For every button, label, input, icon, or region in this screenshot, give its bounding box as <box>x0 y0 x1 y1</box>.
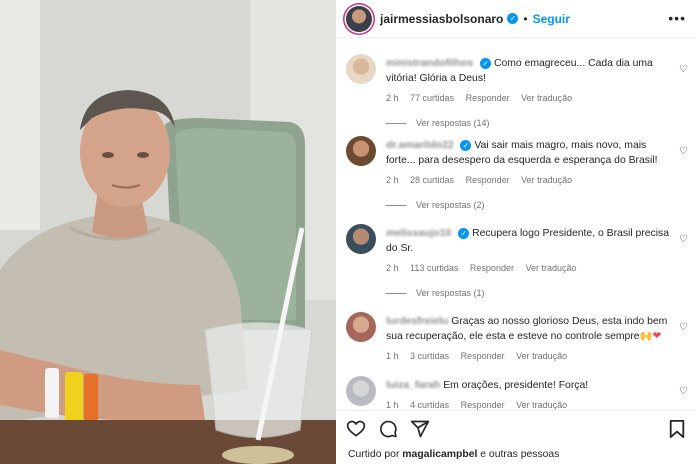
author-avatar[interactable] <box>346 5 372 32</box>
comment-meta: 1 h 3 curtidas Responder Ver tradução <box>386 349 672 364</box>
reply-button[interactable]: Responder <box>470 263 514 273</box>
comment-meta: 2 h 77 curtidas Responder Ver tradução <box>386 91 672 106</box>
like-comment-icon[interactable]: ♡ <box>679 146 688 157</box>
comment-likes[interactable]: 113 curtidas <box>410 263 458 273</box>
commenter-username[interactable]: ministrandofilhos <box>386 58 473 69</box>
verified-badge-icon: ✓ <box>460 139 472 151</box>
photo-illustration <box>0 0 336 464</box>
verified-badge-icon: ✓ <box>507 13 519 24</box>
replies-line <box>386 123 406 125</box>
commenter-avatar[interactable] <box>346 376 376 406</box>
commenter-username[interactable]: melissaujo10 <box>386 228 451 239</box>
comment-meta: 2 h 28 curtidas Responder Ver tradução <box>386 173 672 188</box>
comment-likes[interactable]: 4 curtidas <box>410 400 449 410</box>
reply-button[interactable]: Responder <box>461 400 505 410</box>
comment-likes[interactable]: 28 curtidas <box>410 175 454 185</box>
post-actions-footer: Curtido por magalicampbel e outras pesso… <box>336 410 696 464</box>
commenter-username[interactable]: luiza_farah <box>386 380 440 391</box>
reply-button[interactable]: Responder <box>466 175 510 185</box>
comment-time: 2 h <box>386 263 399 273</box>
commenter-avatar[interactable] <box>346 136 376 166</box>
liked-user-link[interactable]: magalicampbel <box>402 449 477 460</box>
share-icon[interactable] <box>410 419 430 439</box>
comment-meta: 2 h 113 curtidas Responder Ver tradução <box>386 261 672 276</box>
post-panel: jairmessiasbolsonaro ✓ • Seguir ••• mini… <box>336 0 696 464</box>
view-replies-label: Ver respostas (2) <box>416 200 485 210</box>
view-replies-label: Ver respostas (1) <box>416 288 485 298</box>
liked-prefix: Curtido por <box>348 449 403 460</box>
more-horizontal-icon[interactable]: ••• <box>668 10 686 26</box>
replies-line <box>386 293 406 295</box>
like-comment-icon[interactable]: ♡ <box>679 322 688 333</box>
commenter-avatar[interactable] <box>346 224 376 254</box>
view-replies-button[interactable]: Ver respostas (1) <box>386 286 672 301</box>
author-username[interactable]: jairmessiasbolsonaro <box>380 12 503 26</box>
like-comment-icon[interactable]: ♡ <box>679 234 688 245</box>
verified-badge-icon: ✓ <box>480 57 492 69</box>
comment-time: 1 h <box>386 351 399 361</box>
comment-time: 2 h <box>386 175 399 185</box>
commenter-avatar[interactable] <box>346 312 376 342</box>
view-replies-button[interactable]: Ver respostas (2) <box>386 198 672 213</box>
translate-button[interactable]: Ver tradução <box>521 175 572 185</box>
save-icon[interactable] <box>668 419 686 439</box>
follow-button[interactable]: Seguir <box>533 12 570 26</box>
verified-badge-icon: ✓ <box>458 227 470 239</box>
translate-button[interactable]: Ver tradução <box>516 400 567 410</box>
replies-line <box>386 205 406 207</box>
translate-button[interactable]: Ver tradução <box>516 351 567 361</box>
comment-likes[interactable]: 77 curtidas <box>410 93 454 103</box>
view-replies-button[interactable]: Ver respostas (14) <box>386 116 672 131</box>
post-header: jairmessiasbolsonaro ✓ • Seguir ••• <box>336 0 696 38</box>
comment-likes[interactable]: 3 curtidas <box>410 351 449 361</box>
comment-text: Em orações, presidente! Força! <box>443 380 589 391</box>
post-photo[interactable] <box>0 0 336 464</box>
commenter-avatar[interactable] <box>346 54 376 84</box>
like-comment-icon[interactable]: ♡ <box>679 64 688 75</box>
comment-icon[interactable] <box>378 419 398 439</box>
commenter-username[interactable]: lurdesfreielu <box>386 316 448 327</box>
liked-suffix[interactable]: e outras pessoas <box>477 449 559 460</box>
liked-by-text: Curtido por magalicampbel e outras pesso… <box>348 449 559 460</box>
reply-button[interactable]: Responder <box>461 351 505 361</box>
view-replies-label: Ver respostas (14) <box>416 118 490 128</box>
translate-button[interactable]: Ver tradução <box>525 263 576 273</box>
header-separator: • <box>523 11 528 26</box>
red-heart-emoji: ❤ <box>652 331 662 342</box>
translate-button[interactable]: Ver tradução <box>521 93 572 103</box>
comment-meta: 1 h 4 curtidas Responder Ver tradução <box>386 398 672 410</box>
reply-button[interactable]: Responder <box>466 93 510 103</box>
commenter-username[interactable]: dr.amarildo22 <box>386 140 454 151</box>
action-bar <box>346 419 430 439</box>
comment-time: 2 h <box>386 93 399 103</box>
comment-time: 1 h <box>386 400 399 410</box>
like-comment-icon[interactable]: ♡ <box>679 386 688 397</box>
heart-icon[interactable] <box>346 419 366 439</box>
comments-list[interactable]: ministrandofilhos ✓ Como emagreceu... Ca… <box>336 44 696 410</box>
